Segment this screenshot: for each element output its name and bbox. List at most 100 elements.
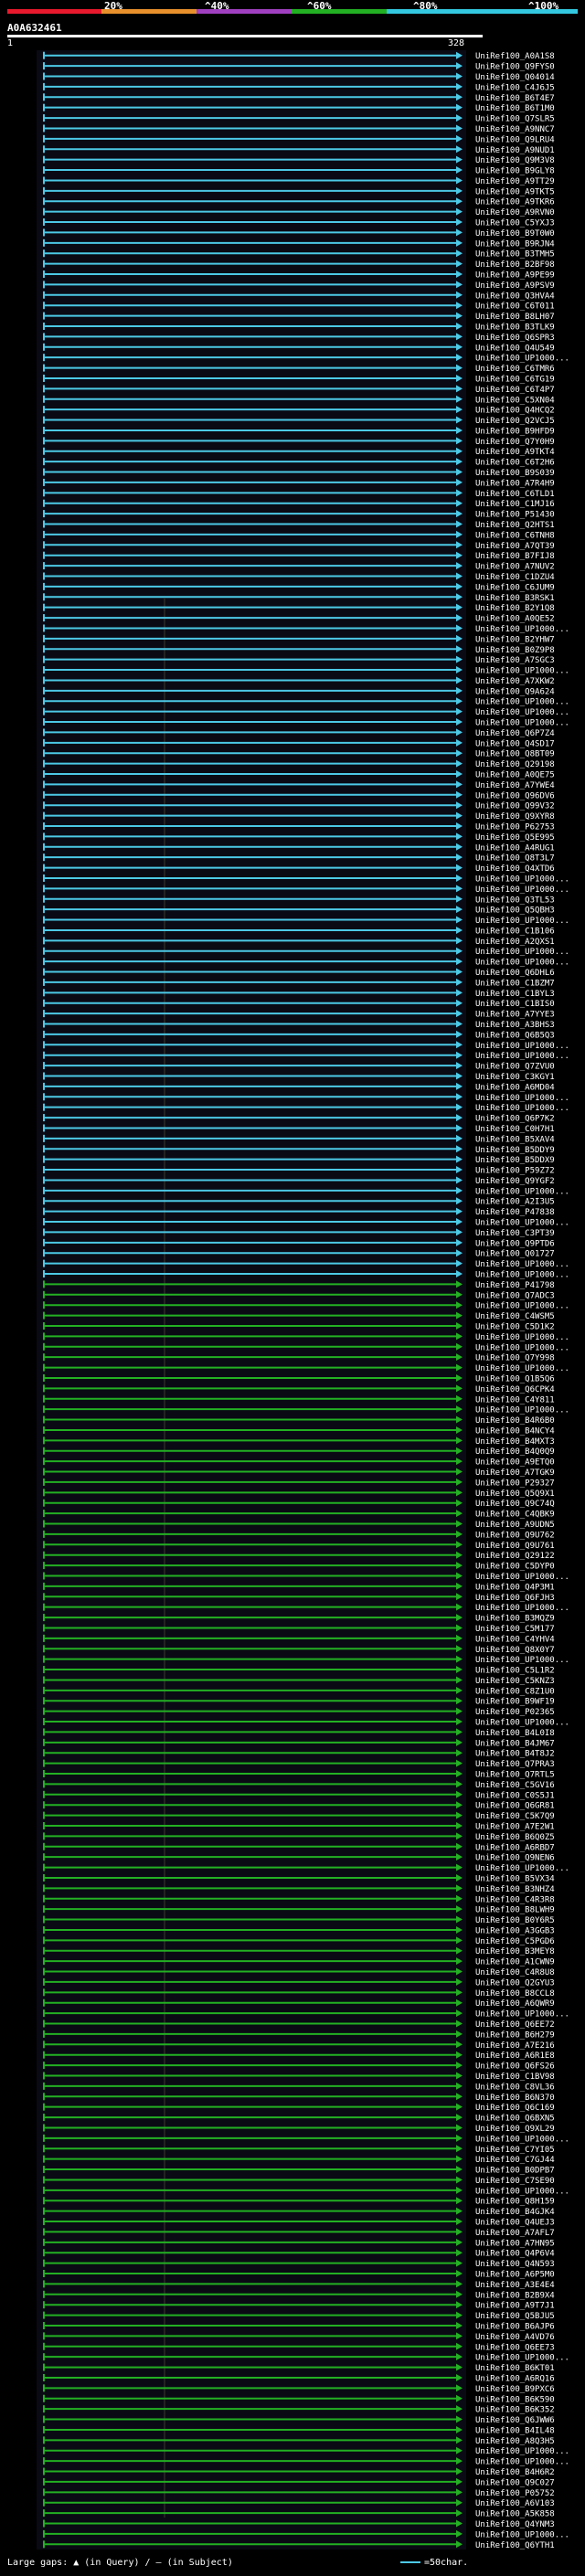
hit-label: UniRef100_C5DYP0 xyxy=(475,1563,555,1572)
hit-label: UniRef100_B6K352 xyxy=(475,2406,555,2415)
hit-label: UniRef100_A9PE99 xyxy=(475,271,555,281)
hit-label: UniRef100_C5KNZ3 xyxy=(475,1677,555,1686)
hit-label: UniRef100_C7SE90 xyxy=(475,2177,555,2186)
hit-label: UniRef100_B6N370 xyxy=(475,2094,555,2103)
hit-label: UniRef100_B6T4E7 xyxy=(475,94,555,103)
hit-label: UniRef100_UP1000... xyxy=(475,625,569,634)
hit-label: UniRef100_UP1000... xyxy=(475,719,569,728)
hit-label: UniRef100_UP1000... xyxy=(475,1604,569,1613)
hit-label: UniRef100_Q4P6V4 xyxy=(475,2250,555,2259)
hit-label: UniRef100_A9TT29 xyxy=(475,177,555,186)
hit-label: UniRef100_B2B9X4 xyxy=(475,2291,555,2300)
hit-label: UniRef100_C1B106 xyxy=(475,927,555,936)
hit-label: UniRef100_UP1000... xyxy=(475,2458,569,2467)
hit-label: UniRef100_B3NHZ4 xyxy=(475,1885,555,1894)
hit-label: UniRef100_Q9U762 xyxy=(475,1531,555,1540)
legend-length: =50char. xyxy=(400,2558,468,2568)
hit-label: UniRef100_UP1000... xyxy=(475,2187,569,2196)
hit-label: UniRef100_P05752 xyxy=(475,2489,555,2498)
hit-label: UniRef100_B5DDX9 xyxy=(475,1156,555,1165)
hit-label: UniRef100_UP1000... xyxy=(475,1343,569,1352)
hit-label: UniRef100_Q6JWW6 xyxy=(475,2416,555,2425)
hit-label: UniRef100_UP1000... xyxy=(475,2530,569,2539)
hit-label: UniRef100_B2Y1Q8 xyxy=(475,604,555,613)
hit-label: UniRef100_Q96DV6 xyxy=(475,791,555,800)
hit-label: UniRef100_C6T2H6 xyxy=(475,459,555,468)
hit-label: UniRef100_Q8T3L7 xyxy=(475,854,555,864)
hit-label: UniRef100_B0DPB7 xyxy=(475,2167,555,2176)
hit-label: UniRef100_A9ETQ0 xyxy=(475,1458,555,1468)
hit-label: UniRef100_Q9LRU4 xyxy=(475,135,555,144)
hit-label: UniRef100_A4RUG1 xyxy=(475,843,555,853)
hit-label: UniRef100_B9T0W0 xyxy=(475,229,555,239)
hit-label: UniRef100_B4JM67 xyxy=(475,1739,555,1748)
hit-label: UniRef100_C8VL36 xyxy=(475,2083,555,2092)
query-id: A0A632461 xyxy=(7,22,62,34)
hit-label: UniRef100_C4Y811 xyxy=(475,1395,555,1405)
hit-label: UniRef100_UP1000... xyxy=(475,1364,569,1373)
hit-label: UniRef100_Q2VCJ5 xyxy=(475,417,555,426)
hit-label: UniRef100_UP1000... xyxy=(475,1219,569,1228)
query-end-position: 328 xyxy=(448,38,465,48)
scale-tick-20: 20% xyxy=(104,0,122,12)
hit-label: UniRef100_B9HFD9 xyxy=(475,427,555,436)
hit-label: UniRef100_UP1000... xyxy=(475,698,569,707)
hit-label: UniRef100_B6AJP6 xyxy=(475,2322,555,2331)
hit-label: UniRef100_UP1000... xyxy=(475,1719,569,1728)
hit-label: UniRef100_B4T8J2 xyxy=(475,1750,555,1759)
hit-label: UniRef100_C4J6J5 xyxy=(475,83,555,92)
hit-label: UniRef100_B7FIJ8 xyxy=(475,552,555,561)
hit-label: UniRef100_A7SGC3 xyxy=(475,656,555,665)
hit-label: UniRef100_A7XKW2 xyxy=(475,677,555,686)
query-start-position: 1 xyxy=(7,38,14,48)
hit-label: UniRef100_Q1B5Q6 xyxy=(475,1374,555,1383)
hit-label: UniRef100_Q5QBH3 xyxy=(475,906,555,916)
hit-label: UniRef100_B0Y6R5 xyxy=(475,1916,555,1925)
hit-label: UniRef100_B0Z9P8 xyxy=(475,646,555,655)
hit-label: UniRef100_A3BHS3 xyxy=(475,1021,555,1030)
hit-label: UniRef100_C1MJ16 xyxy=(475,500,555,509)
legend-gaps-text: Large gaps: ▲ (in Query) / — (in Subject… xyxy=(7,2558,233,2568)
hit-label: UniRef100_A7QT39 xyxy=(475,542,555,551)
hit-label: UniRef100_Q7RTL5 xyxy=(475,1771,555,1780)
hit-label: UniRef100_A6P5M0 xyxy=(475,2271,555,2280)
hit-label: UniRef100_Q9U761 xyxy=(475,1542,555,1551)
hit-label: UniRef100_UP1000... xyxy=(475,708,569,717)
hit-label: UniRef100_UP1000... xyxy=(475,959,569,968)
hit-label: UniRef100_B9S039 xyxy=(475,469,555,478)
hit-label: UniRef100_Q9XYR8 xyxy=(475,812,555,822)
hit-label: UniRef100_B6K590 xyxy=(475,2395,555,2404)
hit-label: UniRef100_P51430 xyxy=(475,511,555,520)
hit-label: UniRef100_A6RBD7 xyxy=(475,1843,555,1852)
scale-tick-60: ^60% xyxy=(307,0,332,12)
hit-label: UniRef100_C5YXJ3 xyxy=(475,219,555,228)
hit-label: UniRef100_B8CCL8 xyxy=(475,1989,555,1998)
hit-label: UniRef100_Q9C027 xyxy=(475,2478,555,2487)
alignment-plot: UniRef100_A0A1S8UniRef100_Q9FYS0UniRef10… xyxy=(37,50,569,2549)
hit-label: UniRef100_B9PXC6 xyxy=(475,2385,555,2394)
hit-label: UniRef100_P02365 xyxy=(475,1708,555,1717)
hit-label: UniRef100_C1BIS0 xyxy=(475,1000,555,1009)
hit-label: UniRef100_B6H279 xyxy=(475,2030,555,2040)
hit-label: UniRef100_Q6FJH3 xyxy=(475,1594,555,1603)
hit-label: UniRef100_A9T7J1 xyxy=(475,2302,555,2311)
hit-label: UniRef100_B8LWH9 xyxy=(475,1906,555,1915)
hit-label: UniRef100_Q5BJU5 xyxy=(475,2312,555,2321)
hit-label: UniRef100_Q7ADC3 xyxy=(475,1291,555,1300)
hit-label: UniRef100_Q4N593 xyxy=(475,2260,555,2269)
hit-label: UniRef100_C1BYL3 xyxy=(475,990,555,999)
hit-label: UniRef100_Q6P7Z4 xyxy=(475,729,555,738)
hit-label: UniRef100_Q4SD17 xyxy=(475,739,555,748)
hit-label: UniRef100_A7E216 xyxy=(475,2041,555,2051)
hit-label: UniRef100_UP1000... xyxy=(475,2354,569,2363)
hit-label: UniRef100_P62753 xyxy=(475,822,555,832)
hit-label: UniRef100_Q7Y998 xyxy=(475,1354,555,1363)
hit-label: UniRef100_Q6EE73 xyxy=(475,2343,555,2352)
hit-label: UniRef100_A7NUV2 xyxy=(475,563,555,572)
legend-length-text: =50char. xyxy=(424,2558,469,2568)
hit-label: UniRef100_A9PSV9 xyxy=(475,281,555,291)
query-bar xyxy=(7,35,483,37)
hit-label: UniRef100_B4L0I8 xyxy=(475,1729,555,1738)
identity-scale: 20% ^40% ^60% ^80% ^100% xyxy=(0,0,585,18)
hit-label: UniRef100_UP1000... xyxy=(475,1104,569,1113)
